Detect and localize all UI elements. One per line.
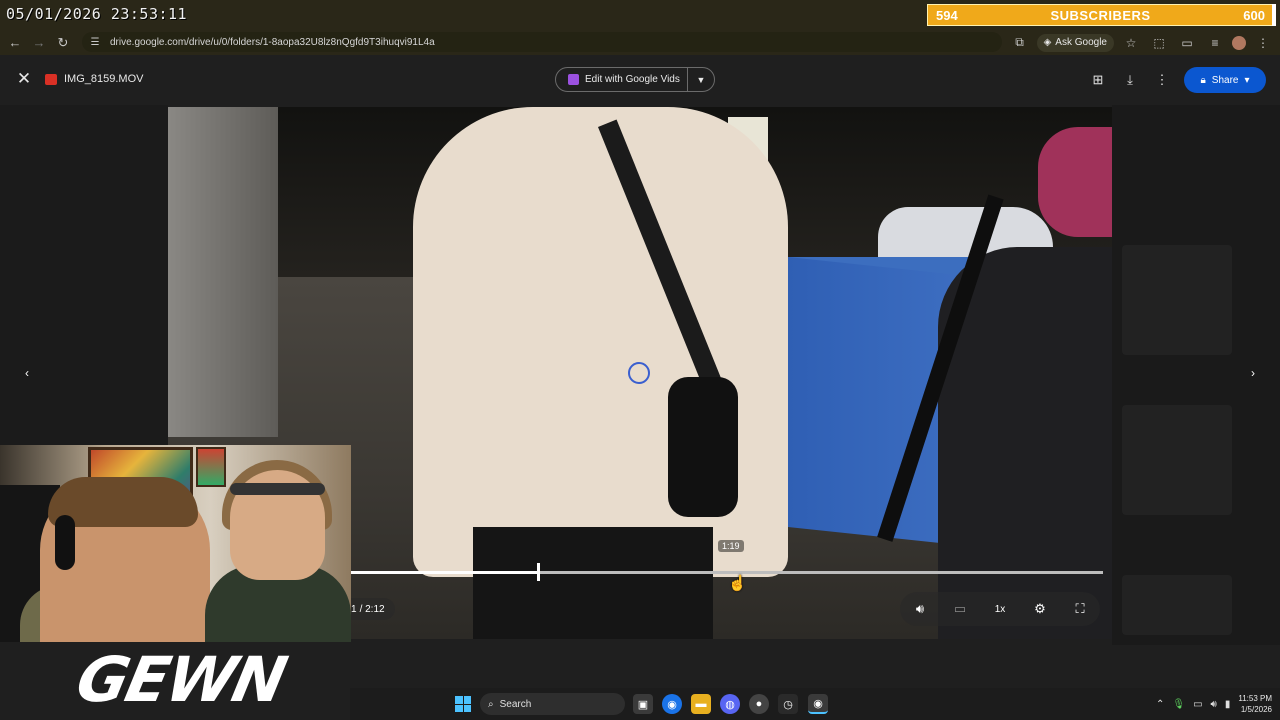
- share-button[interactable]: 🔒︎ Share ▾: [1184, 67, 1266, 93]
- extensions-icon[interactable]: ⬚: [1148, 32, 1170, 54]
- drive-sidebar-dimmed: [0, 105, 168, 445]
- seek-bar-played: [350, 571, 539, 574]
- taskbar-search[interactable]: ⌕ Search: [480, 693, 625, 715]
- player-controls: 🔊︎ ▭ 1x ⚙ ⛶: [900, 592, 1100, 626]
- subscriber-goal: 600: [1243, 7, 1265, 23]
- hand-cursor-icon: ☝: [728, 575, 747, 592]
- ask-google-label: Ask Google: [1055, 37, 1107, 48]
- hover-time-tooltip: 1:19: [718, 540, 744, 552]
- webcam-painting-small: [196, 447, 226, 487]
- viewer-header: ✕ IMG_8159.MOV Edit with Google Vids ▼ ⊞…: [0, 55, 1280, 105]
- viewer-actions: ⊞ ⤓ ⋮ 🔒︎ Share ▾: [1088, 67, 1266, 93]
- discord-icon[interactable]: ◍: [720, 694, 740, 714]
- speed-button[interactable]: 1x: [988, 597, 1012, 621]
- windows-start-icon[interactable]: [455, 696, 471, 712]
- time-display: 1 / 2:12: [347, 598, 395, 620]
- duration: / 2:12: [359, 603, 385, 615]
- subscriber-label: SUBSCRIBERS: [1050, 7, 1151, 23]
- fullscreen-icon[interactable]: ⛶: [1068, 597, 1092, 621]
- clock-date: 1/5/2026: [1240, 705, 1272, 714]
- back-arrow-icon[interactable]: ←: [3, 32, 27, 54]
- webcam-overlay: [0, 445, 351, 642]
- webcam-headband: [230, 483, 325, 495]
- overlay-datetime: 05/01/2026 23:53:11: [6, 5, 188, 23]
- search-icon: ⌕: [488, 698, 494, 710]
- taskbar-clock[interactable]: 11:53 PM 1/5/2026: [1238, 693, 1272, 715]
- battery-icon[interactable]: ▮: [1225, 699, 1231, 710]
- video-scene-wall: [168, 107, 278, 437]
- next-arrow-icon[interactable]: ›: [1240, 360, 1266, 386]
- speaker-icon[interactable]: 🔊︎: [1211, 699, 1217, 710]
- file-card: [1122, 575, 1232, 635]
- browser-toolbar: ← → ↻ ☰ drive.google.com/drive/u/0/folde…: [0, 30, 1280, 55]
- task-view-icon[interactable]: ▣: [633, 694, 653, 714]
- add-to-drive-icon[interactable]: ⊞: [1088, 69, 1108, 91]
- edit-with-vids-label: Edit with Google Vids: [585, 74, 680, 85]
- video-scene-hair: [1038, 127, 1112, 237]
- profile-avatar[interactable]: [1232, 35, 1246, 50]
- taskbar-search-label: Search: [499, 698, 532, 710]
- cursor-highlight-ring: [628, 362, 650, 384]
- file-card: [1122, 245, 1232, 355]
- google-vids-icon: [568, 74, 579, 85]
- share-label: Share: [1211, 74, 1239, 86]
- clock-time: 11:53 PM: [1238, 694, 1272, 703]
- subscriber-goal-bar: 594 SUBSCRIBERS 600: [927, 4, 1274, 26]
- captions-icon[interactable]: ▭: [948, 597, 972, 621]
- lock-icon: 🔒︎: [1200, 74, 1206, 86]
- more-icon[interactable]: ⋮: [1152, 69, 1172, 91]
- settings-gear-icon[interactable]: ⚙: [1028, 597, 1052, 621]
- ask-google-button[interactable]: ◈ Ask Google: [1036, 33, 1114, 52]
- file-explorer-icon[interactable]: ▬: [691, 694, 711, 714]
- split-view-icon[interactable]: ▭: [1176, 32, 1198, 54]
- chrome-active-icon[interactable]: ◉: [808, 694, 828, 714]
- microphone-icon[interactable]: 🎙︎: [1172, 699, 1185, 710]
- clock-app-icon[interactable]: ◷: [778, 694, 798, 714]
- display-icon[interactable]: ▭: [1193, 699, 1202, 710]
- file-name: IMG_8159.MOV: [64, 73, 144, 85]
- chrome-icon[interactable]: ◉: [662, 694, 682, 714]
- close-icon[interactable]: ✕: [14, 69, 34, 89]
- browser-toolbar-right: ⧉ ◈ Ask Google ☆ ⬚ ▭ ≡ ⋮: [1009, 30, 1280, 55]
- download-icon[interactable]: ⤓: [1120, 69, 1140, 91]
- video-file-icon: [45, 74, 57, 85]
- stream-overlay-bar: 05/01/2026 23:53:11 594 SUBSCRIBERS 600: [0, 0, 1280, 30]
- address-bar[interactable]: ☰ drive.google.com/drive/u/0/folders/1-8…: [82, 32, 1002, 52]
- site-info-icon[interactable]: ☰: [88, 35, 102, 49]
- edit-with-vids-button[interactable]: Edit with Google Vids ▼: [555, 67, 715, 92]
- install-app-icon[interactable]: ⧉: [1009, 32, 1031, 54]
- channel-logo: GEWN: [70, 643, 292, 716]
- edit-with-vids-main[interactable]: Edit with Google Vids: [556, 68, 688, 91]
- obs-icon[interactable]: ●: [749, 694, 769, 714]
- reload-icon[interactable]: ↻: [51, 32, 75, 54]
- subscriber-current: 594: [936, 7, 958, 23]
- file-card: [1122, 405, 1232, 515]
- reading-list-icon[interactable]: ≡: [1204, 32, 1226, 54]
- prev-arrow-icon[interactable]: ‹: [14, 360, 40, 386]
- volume-icon[interactable]: 🔊︎: [908, 597, 932, 621]
- subscriber-bar-end: [1272, 4, 1276, 26]
- seek-handle[interactable]: [537, 563, 541, 581]
- bookmark-star-icon[interactable]: ☆: [1120, 32, 1142, 54]
- current-time: 1: [351, 603, 357, 615]
- chevron-down-icon[interactable]: ▾: [1244, 75, 1249, 86]
- url-text: drive.google.com/drive/u/0/folders/1-8ao…: [110, 36, 435, 48]
- chevron-down-icon[interactable]: ▼: [688, 75, 714, 85]
- webcam-headset: [55, 515, 75, 570]
- chevron-up-icon[interactable]: ⌃: [1156, 699, 1164, 710]
- google-lens-icon: ◈: [1043, 37, 1052, 48]
- system-tray: ⌃ 🎙︎ ▭ 🔊︎ ▮ 11:53 PM 1/5/2026: [1156, 690, 1272, 718]
- video-scene-bag: [668, 377, 738, 517]
- forward-arrow-icon[interactable]: →: [27, 32, 51, 54]
- video-scene-pants: [473, 527, 713, 639]
- browser-menu-icon[interactable]: ⋮: [1252, 32, 1274, 54]
